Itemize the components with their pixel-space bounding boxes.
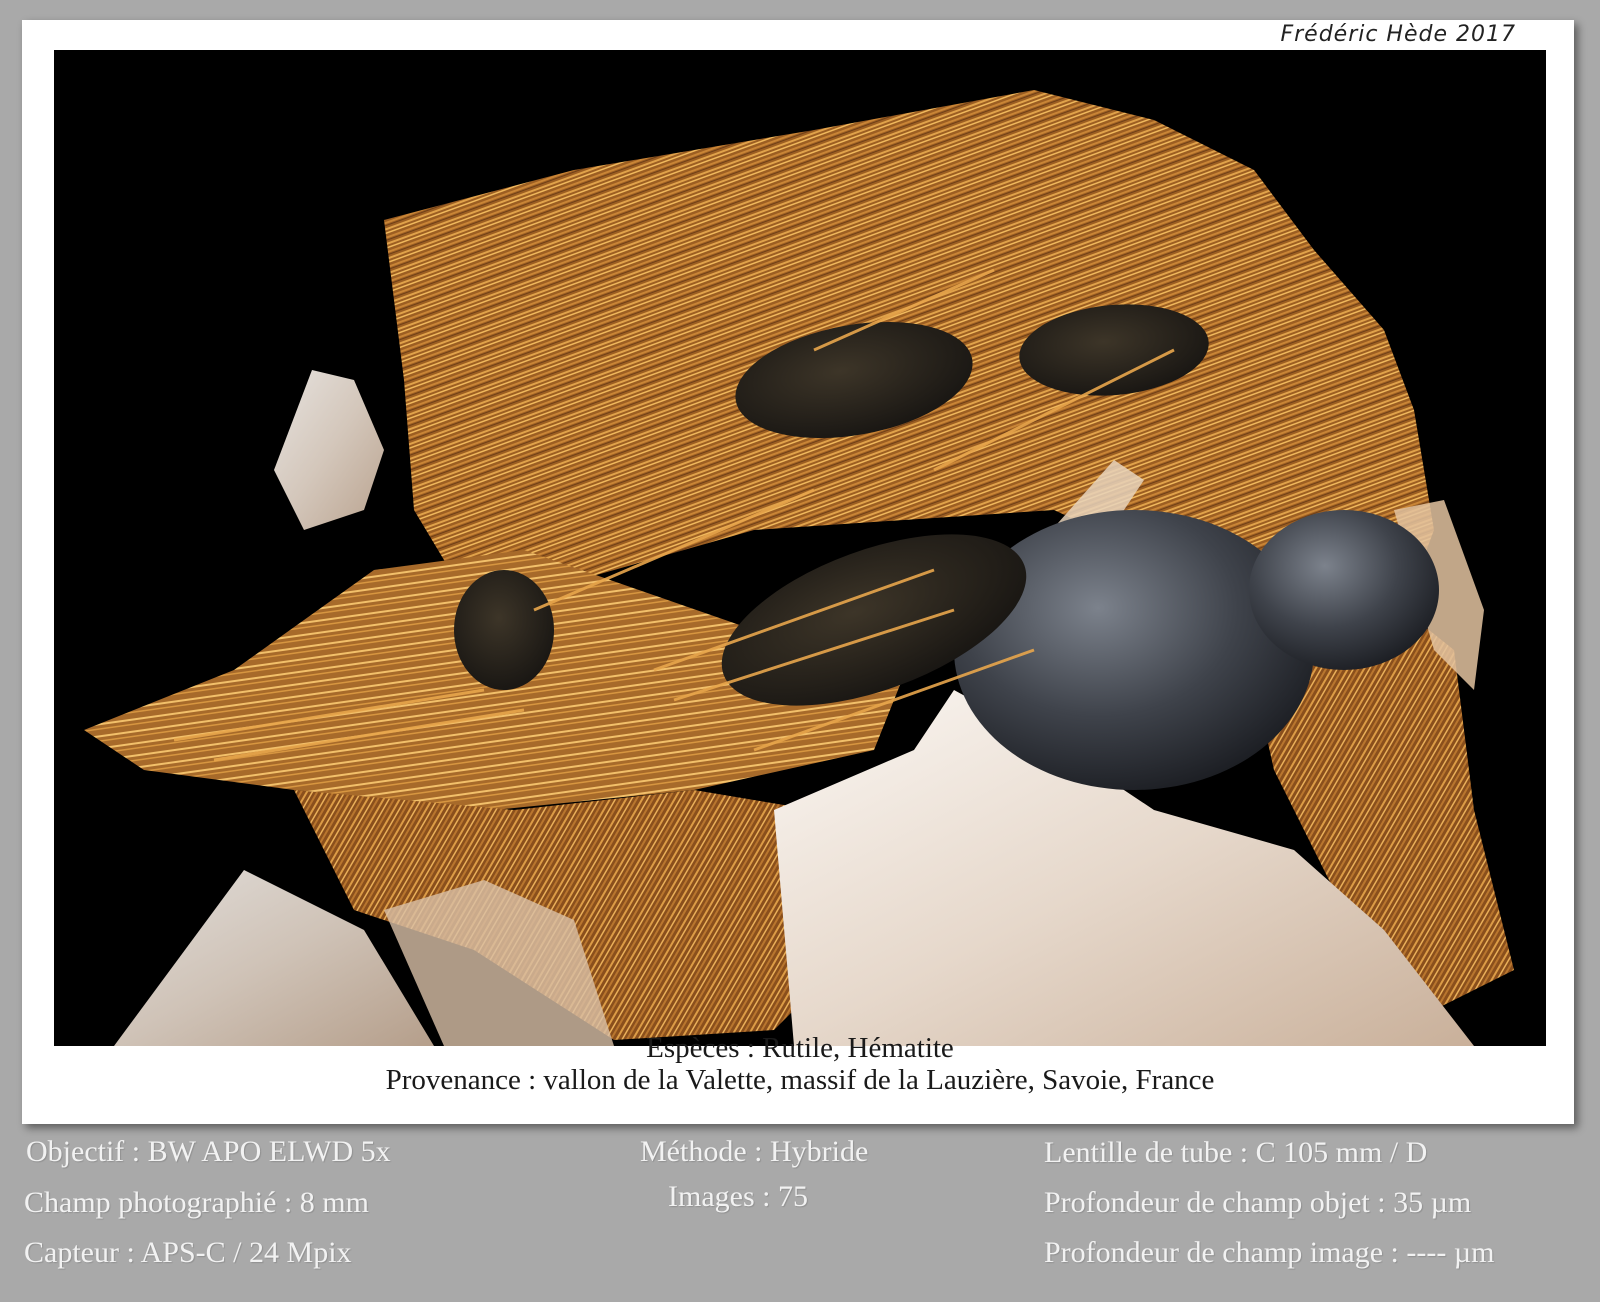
quartz-crystal-left-top: [274, 370, 384, 530]
spec-field: Champ photographié : 8 mm: [24, 1186, 369, 1219]
origin-caption: Provenance : vallon de la Valette, massi…: [385, 1064, 1215, 1096]
spec-method: Méthode : Hybride: [640, 1135, 869, 1168]
photographer-signature: Frédéric Hède 2017: [1280, 22, 1516, 47]
spec-objective: Objectif : BW APO ELWD 5x: [26, 1135, 391, 1168]
spec-images: Images : 75: [668, 1180, 808, 1213]
spec-image-dof: Profondeur de champ image : ---- µm: [1044, 1236, 1495, 1269]
hematite-crystal-right: [1249, 510, 1439, 670]
mineral-specimen-illustration: [84, 90, 1514, 1046]
hematite-crystal-left: [454, 570, 554, 690]
photo-frame: Frédéric Hède 2017: [22, 20, 1574, 1124]
species-caption: Espèces : Rutile, Hématite: [646, 1032, 954, 1064]
spec-tube-lens: Lentille de tube : C 105 mm / D: [1044, 1136, 1428, 1169]
spec-object-dof: Profondeur de champ objet : 35 µm: [1044, 1186, 1472, 1219]
spec-sensor: Capteur : APS-C / 24 Mpix: [24, 1236, 352, 1269]
mineral-photo: [54, 50, 1546, 1046]
